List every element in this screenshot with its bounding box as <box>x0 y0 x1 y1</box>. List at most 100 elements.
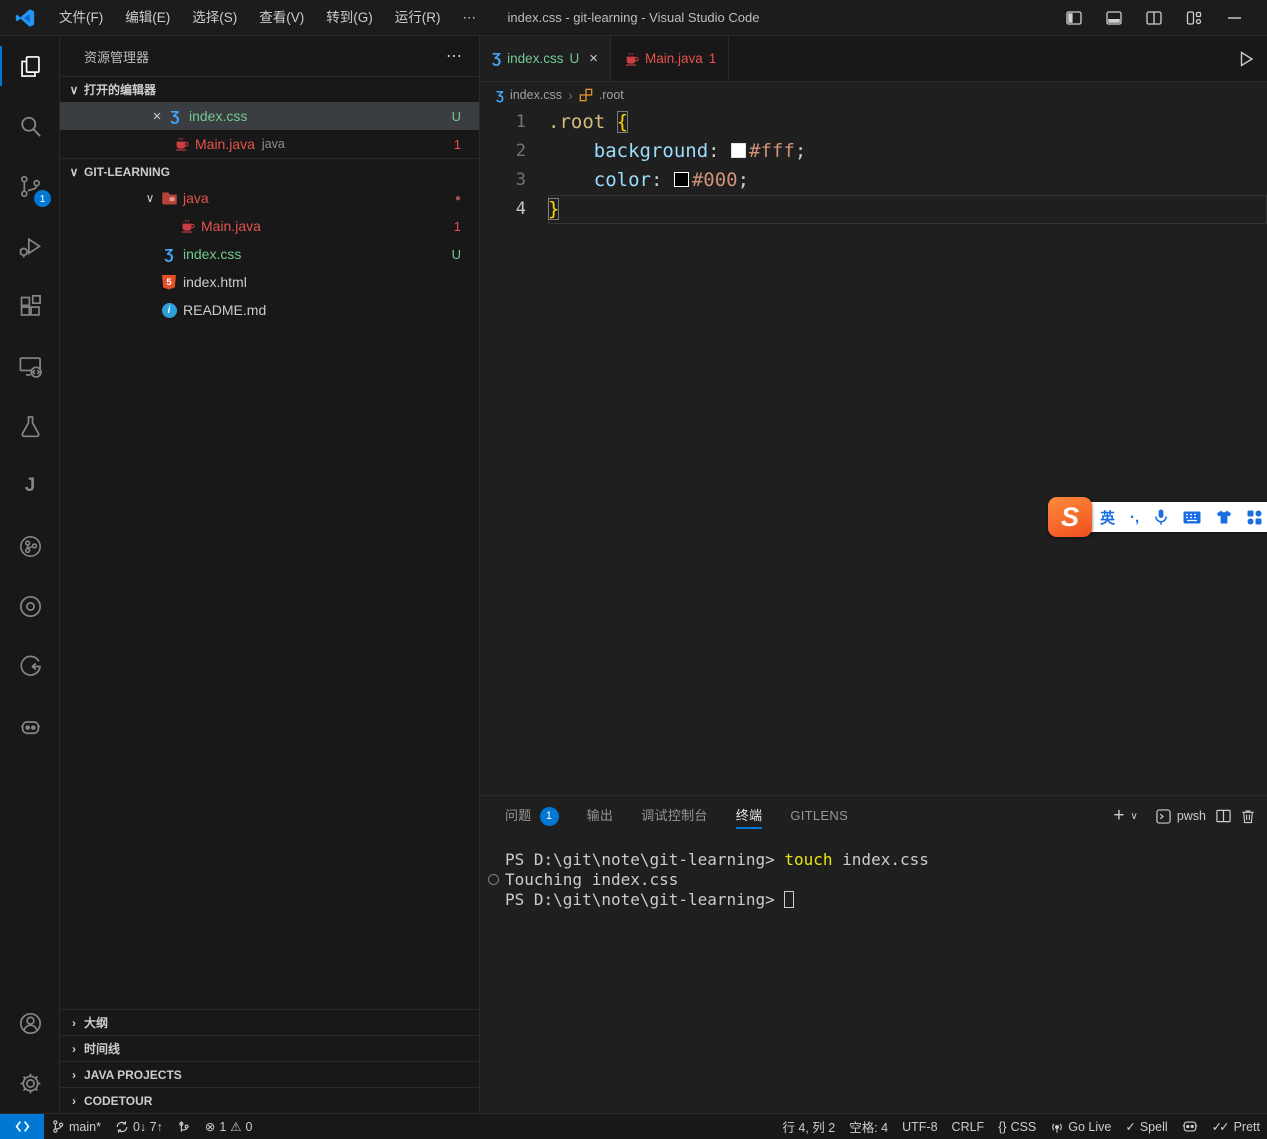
command-decoration-circle[interactable] <box>488 874 499 885</box>
eol-sequence[interactable]: CRLF <box>945 1116 992 1138</box>
menu-view[interactable]: 查看(V) <box>248 5 315 31</box>
new-terminal-icon[interactable]: + <box>1113 805 1124 827</box>
menu-selection[interactable]: 选择(S) <box>181 5 248 31</box>
workspace-root-header[interactable]: ∨ GIT-LEARNING <box>60 158 479 184</box>
tree-file-main-java[interactable]: Main.java 1 <box>60 212 479 240</box>
run-debug-icon[interactable] <box>0 216 60 276</box>
gitlens-sidebar-icon[interactable] <box>0 516 60 576</box>
tree-file-index-css[interactable]: Ʒ index.css U <box>60 240 479 268</box>
vscode-logo-icon <box>14 7 36 29</box>
chevron-right-icon: › <box>568 87 573 103</box>
tree-folder-java[interactable]: ∨ java ● <box>60 184 479 212</box>
split-terminal-icon[interactable] <box>1216 809 1231 823</box>
close-icon[interactable]: × <box>589 50 598 67</box>
sogou-logo[interactable]: S <box>1048 497 1092 537</box>
java-extension-icon[interactable]: J <box>0 456 60 516</box>
ime-keyboard-icon[interactable] <box>1183 511 1201 524</box>
tree-file-index-html[interactable]: 5 index.html <box>60 268 479 296</box>
chevron-down-icon: ∨ <box>66 165 82 179</box>
gitlens-status[interactable] <box>170 1116 198 1138</box>
tab-main-java[interactable]: Main.java 1 <box>611 36 729 81</box>
open-editor-index-css[interactable]: × Ʒ index.css U <box>60 102 479 130</box>
panel-tab-output[interactable]: 输出 <box>587 796 614 836</box>
prettier-status[interactable]: ✓✓ Prett <box>1205 1116 1267 1138</box>
extensions-icon[interactable] <box>0 276 60 336</box>
panel-tab-debug-console[interactable]: 调试控制台 <box>641 796 708 836</box>
record-circle-icon[interactable] <box>0 576 60 636</box>
menu-run[interactable]: 运行(R) <box>384 5 452 31</box>
split-editor-icon[interactable] <box>1139 5 1169 31</box>
account-icon[interactable] <box>0 993 60 1053</box>
chevron-down-icon: ∨ <box>66 83 82 97</box>
menu-file[interactable]: 文件(F) <box>48 5 114 31</box>
menu-edit[interactable]: 编辑(E) <box>114 5 181 31</box>
remote-explorer-icon[interactable] <box>0 336 60 396</box>
indentation[interactable]: 空格: 4 <box>842 1116 895 1138</box>
section-java-projects[interactable]: › JAVA PROJECTS <box>60 1061 479 1087</box>
close-icon[interactable]: × <box>148 108 166 125</box>
symbol-class-icon <box>579 88 593 102</box>
open-editor-main-java[interactable]: Main.java java 1 <box>60 130 479 158</box>
breadcrumb-symbol[interactable]: .root <box>599 88 624 102</box>
spell-checker[interactable]: ✓ Spell <box>1118 1116 1174 1138</box>
git-graph-icon[interactable] <box>0 636 60 696</box>
terminal-instance-pwsh[interactable]: pwsh <box>1156 809 1206 824</box>
color-swatch-white[interactable] <box>731 143 746 158</box>
menu-overflow[interactable]: ⋯ <box>452 5 488 31</box>
ime-punctuation-icon[interactable]: ·, <box>1130 509 1139 526</box>
color-swatch-black[interactable] <box>674 172 689 187</box>
modified-dot-badge: ● <box>455 193 461 204</box>
kill-terminal-trash-icon[interactable] <box>1241 809 1255 824</box>
robot-face-icon[interactable] <box>0 696 60 756</box>
cursor-position[interactable]: 行 4, 列 2 <box>775 1116 842 1138</box>
testing-flask-icon[interactable] <box>0 396 60 456</box>
tab-index-css[interactable]: Ʒ index.css U × <box>480 36 611 81</box>
section-outline[interactable]: › 大纲 <box>60 1009 479 1035</box>
remote-indicator[interactable] <box>0 1114 44 1139</box>
go-live[interactable]: Go Live <box>1043 1116 1118 1138</box>
panel-tab-terminal[interactable]: 终端 <box>736 796 763 836</box>
settings-gear-icon[interactable] <box>0 1053 60 1113</box>
toggle-sidebar-icon[interactable] <box>1059 5 1089 31</box>
breadcrumb-file[interactable]: index.css <box>510 88 562 102</box>
tab-bar: Ʒ index.css U × Main.java 1 <box>480 36 1267 82</box>
ime-mic-icon[interactable] <box>1154 509 1168 525</box>
search-icon[interactable] <box>0 96 60 156</box>
open-editors-header[interactable]: ∨ 打开的编辑器 <box>60 76 479 102</box>
section-codetour[interactable]: › CODETOUR <box>60 1087 479 1113</box>
encoding[interactable]: UTF-8 <box>895 1116 944 1138</box>
branch-status[interactable]: main* <box>44 1116 108 1138</box>
run-file-icon[interactable] <box>1233 46 1259 72</box>
robot-status[interactable] <box>1175 1116 1205 1138</box>
code-line-4-current: 4 } <box>480 195 1267 224</box>
problems-status[interactable]: ⊗ 1 ⚠ 0 <box>198 1116 260 1138</box>
tree-file-readme[interactable]: i README.md <box>60 296 479 324</box>
code-line-2: 2 background: #fff; <box>480 137 1267 166</box>
menu-goto[interactable]: 转到(G) <box>315 5 384 31</box>
terminal-output[interactable]: PS D:\git\note\git-learning> touch index… <box>480 836 1267 910</box>
ime-toolbox-grid-icon[interactable] <box>1247 510 1262 525</box>
customize-layout-icon[interactable] <box>1179 5 1209 31</box>
toggle-panel-icon[interactable] <box>1099 5 1129 31</box>
terminal-dropdown-icon[interactable]: ∨ <box>1130 811 1137 822</box>
panel-tab-problems[interactable]: 问题 1 <box>505 796 559 836</box>
chevron-right-icon: › <box>66 1016 82 1030</box>
ime-language-mode[interactable]: 英 <box>1100 507 1115 528</box>
panel-tab-gitlens[interactable]: GITLENS <box>790 796 848 836</box>
language-mode[interactable]: {} CSS <box>991 1116 1043 1138</box>
broadcast-icon <box>1050 1120 1064 1134</box>
code-editor[interactable]: 1 .root { 2 background: #fff; 3 color: #… <box>480 108 1267 795</box>
sync-status[interactable]: 0↓ 7↑ <box>108 1116 170 1138</box>
bottom-panel: 问题 1 输出 调试控制台 终端 GITLENS + ∨ pwsh <box>480 795 1267 1113</box>
terminal-line: Touching index.css <box>505 870 1267 890</box>
minimize-icon[interactable] <box>1219 5 1249 31</box>
more-actions-icon[interactable]: ⋯ <box>446 46 463 66</box>
scm-badge: 1 <box>34 190 51 207</box>
source-control-icon[interactable]: 1 <box>0 156 60 216</box>
java-file-icon <box>623 51 639 67</box>
ime-skin-tshirt-icon[interactable] <box>1216 510 1232 525</box>
problem-count-badge: 1 <box>454 137 461 152</box>
section-timeline[interactable]: › 时间线 <box>60 1035 479 1061</box>
java-file-icon <box>172 136 190 152</box>
explorer-icon[interactable] <box>0 36 60 96</box>
